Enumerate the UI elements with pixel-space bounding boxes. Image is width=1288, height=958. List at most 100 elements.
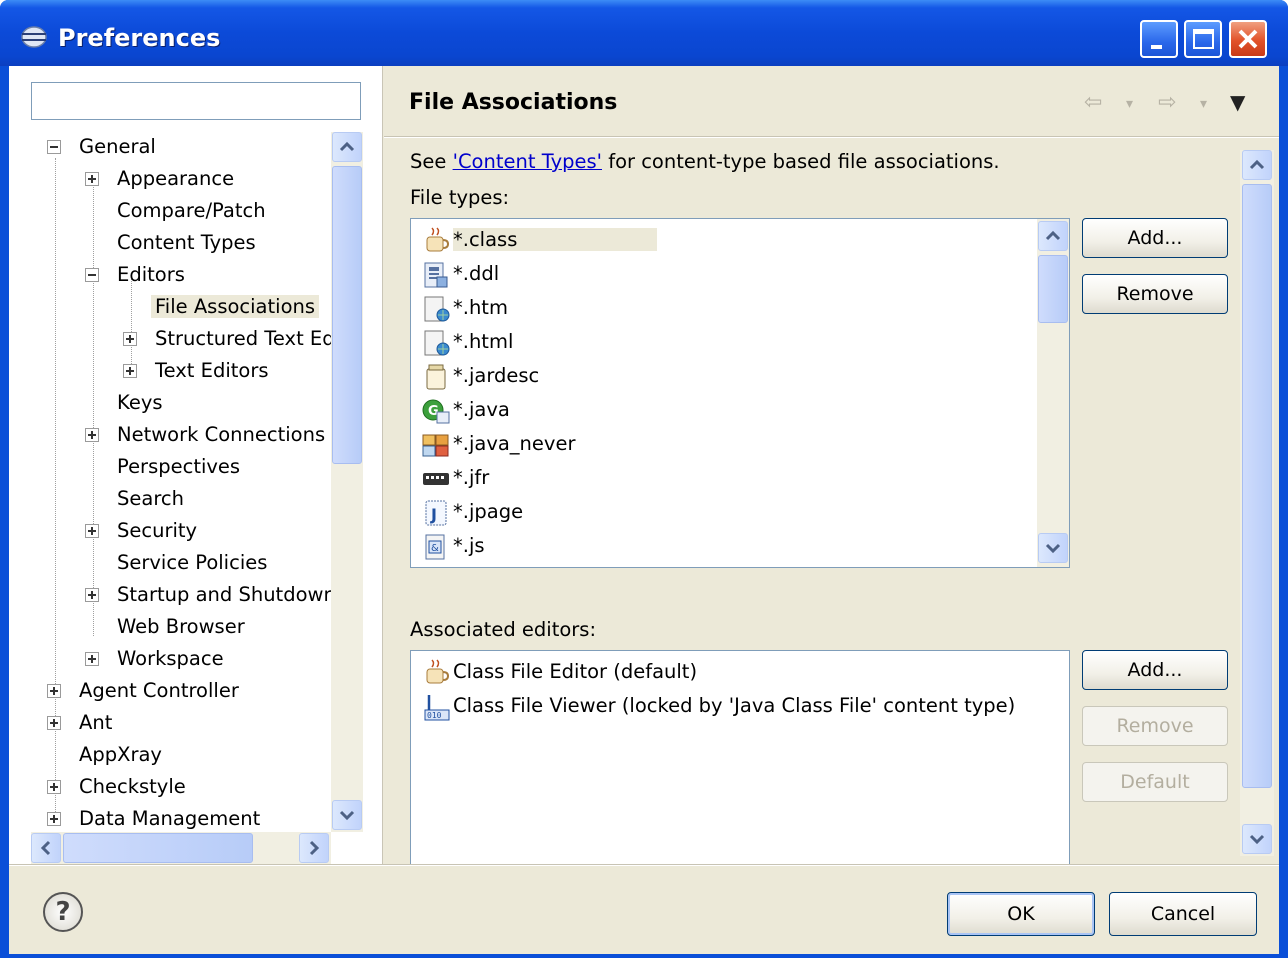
file-types-label: File types: <box>410 186 510 209</box>
tree-item-network-connections[interactable]: Network Connections <box>85 420 329 450</box>
tree-item-keys[interactable]: Keys <box>85 388 167 418</box>
associated-editors-list[interactable]: Class File Editor (default) 010 Class Fil… <box>410 650 1070 864</box>
tree-item-perspectives[interactable]: Perspectives <box>85 452 244 482</box>
tree-item-security[interactable]: Security <box>85 516 201 546</box>
tree-vertical-scrollbar[interactable] <box>331 132 363 832</box>
tree-item-web-browser[interactable]: Web Browser <box>85 612 249 642</box>
list-item[interactable]: G *.java <box>421 395 510 425</box>
scroll-up-button[interactable] <box>1038 221 1068 251</box>
scroll-thumb[interactable] <box>1242 184 1272 788</box>
expand-icon[interactable] <box>47 812 61 826</box>
tree-item-appxray[interactable]: AppXray <box>47 740 166 770</box>
expand-icon[interactable] <box>123 364 137 378</box>
chevron-left-icon <box>40 840 51 856</box>
preference-tree[interactable]: General Appearance Compare/Patch Content… <box>9 132 331 832</box>
list-item[interactable]: *.java_never <box>421 429 575 459</box>
tree-item-service-policies[interactable]: Service Policies <box>85 548 271 578</box>
content-types-link[interactable]: 'Content Types' <box>453 150 602 173</box>
forward-arrow-icon[interactable]: ⇨ <box>1158 90 1176 115</box>
view-menu-icon[interactable]: ▼ <box>1230 90 1245 114</box>
forward-menu-icon[interactable]: ▾ <box>1200 96 1207 112</box>
list-item[interactable]: *.ddl <box>421 259 499 289</box>
chevron-down-icon <box>1045 543 1061 554</box>
tree-item-startup-and-shutdown[interactable]: Startup and Shutdowr <box>85 580 331 610</box>
button-bar-separator <box>9 864 1279 866</box>
collapse-icon[interactable] <box>47 140 61 154</box>
coffee-cup-icon <box>426 658 450 683</box>
list-item[interactable]: & *.js <box>421 531 485 561</box>
scroll-thumb[interactable] <box>63 833 253 863</box>
minimize-button[interactable] <box>1140 20 1178 58</box>
tree-item-ant[interactable]: Ant <box>47 708 116 738</box>
preferences-window: Preferences General Appearance Compare/P… <box>0 0 1288 958</box>
list-item[interactable]: *.html <box>421 327 513 357</box>
scroll-right-button[interactable] <box>299 833 329 863</box>
tree-item-agent-controller[interactable]: Agent Controller <box>47 676 243 706</box>
expand-icon[interactable] <box>47 780 61 794</box>
editors-default-button[interactable]: Default <box>1082 762 1228 802</box>
page-vertical-scrollbar[interactable] <box>1240 150 1274 856</box>
scroll-thumb[interactable] <box>332 166 362 464</box>
scroll-thumb[interactable] <box>1038 255 1068 323</box>
scroll-up-button[interactable] <box>332 132 362 162</box>
window-title: Preferences <box>58 24 221 52</box>
tree-item-data-management[interactable]: Data Management <box>47 804 264 832</box>
scroll-down-button[interactable] <box>1038 533 1068 563</box>
scroll-down-button[interactable] <box>332 800 362 830</box>
tree-item-appearance[interactable]: Appearance <box>85 164 238 194</box>
file-types-add-button[interactable]: Add... <box>1082 218 1228 258</box>
tree-item-workspace[interactable]: Workspace <box>85 644 228 674</box>
expand-icon[interactable] <box>47 684 61 698</box>
expand-icon[interactable] <box>123 332 137 346</box>
help-icon[interactable]: ? <box>43 892 83 932</box>
editors-remove-button[interactable]: Remove <box>1082 706 1228 746</box>
list-item[interactable]: J *.jpage <box>421 497 523 527</box>
tree-horizontal-scrollbar[interactable] <box>31 832 331 864</box>
chevron-up-icon <box>1249 159 1265 170</box>
back-arrow-icon[interactable]: ⇦ <box>1084 90 1102 115</box>
expand-icon[interactable] <box>47 716 61 730</box>
cancel-button[interactable]: Cancel <box>1109 892 1257 936</box>
list-item[interactable]: *.class <box>421 225 658 255</box>
expand-icon[interactable] <box>85 652 99 666</box>
list-item[interactable]: Class File Editor (default) <box>421 657 697 687</box>
tree-item-structured-text-editors[interactable]: Structured Text Ed <box>123 324 331 354</box>
list-item[interactable]: *.htm <box>421 293 508 323</box>
expand-icon[interactable] <box>85 428 99 442</box>
scroll-up-button[interactable] <box>1242 150 1272 180</box>
page-title: File Associations <box>409 90 618 115</box>
web-page-icon <box>424 296 450 321</box>
tree-item-general[interactable]: General <box>47 132 160 162</box>
tree-item-file-associations[interactable]: File Associations <box>123 292 320 322</box>
file-types-scrollbar[interactable] <box>1037 219 1069 567</box>
tree-item-text-editors[interactable]: Text Editors <box>123 356 273 386</box>
chevron-right-icon <box>309 840 320 856</box>
scroll-left-button[interactable] <box>31 833 61 863</box>
expand-icon[interactable] <box>85 588 99 602</box>
file-types-remove-button[interactable]: Remove <box>1082 274 1228 314</box>
list-item[interactable]: *.jardesc <box>421 361 539 391</box>
collapse-icon[interactable] <box>85 268 99 282</box>
preference-tree-pane: General Appearance Compare/Patch Content… <box>9 66 383 864</box>
tree-item-content-types[interactable]: Content Types <box>85 228 260 258</box>
filter-input[interactable] <box>31 82 361 120</box>
tree-item-search[interactable]: Search <box>85 484 188 514</box>
file-types-list[interactable]: *.class *.ddl *.htm *.html *.jardesc G *… <box>410 218 1070 568</box>
associated-editors-label: Associated editors: <box>410 618 597 641</box>
tree-item-compare-patch[interactable]: Compare/Patch <box>85 196 270 226</box>
flight-recorder-icon <box>423 472 449 485</box>
expand-icon[interactable] <box>85 172 99 186</box>
back-menu-icon[interactable]: ▾ <box>1126 96 1133 112</box>
scroll-down-button[interactable] <box>1242 824 1272 854</box>
ok-button[interactable]: OK <box>947 892 1095 936</box>
maximize-button[interactable] <box>1184 20 1222 58</box>
close-button[interactable] <box>1229 20 1267 58</box>
title-bar[interactable]: Preferences <box>0 0 1288 66</box>
page-content: See 'Content Types' for content-type bas… <box>384 138 1239 864</box>
tree-item-editors[interactable]: Editors <box>85 260 189 290</box>
editors-add-button[interactable]: Add... <box>1082 650 1228 690</box>
list-item[interactable]: 010 Class File Viewer (locked by 'Java Cl… <box>421 691 1015 721</box>
tree-item-checkstyle[interactable]: Checkstyle <box>47 772 190 802</box>
expand-icon[interactable] <box>85 524 99 538</box>
list-item[interactable]: *.jfr <box>421 463 489 493</box>
